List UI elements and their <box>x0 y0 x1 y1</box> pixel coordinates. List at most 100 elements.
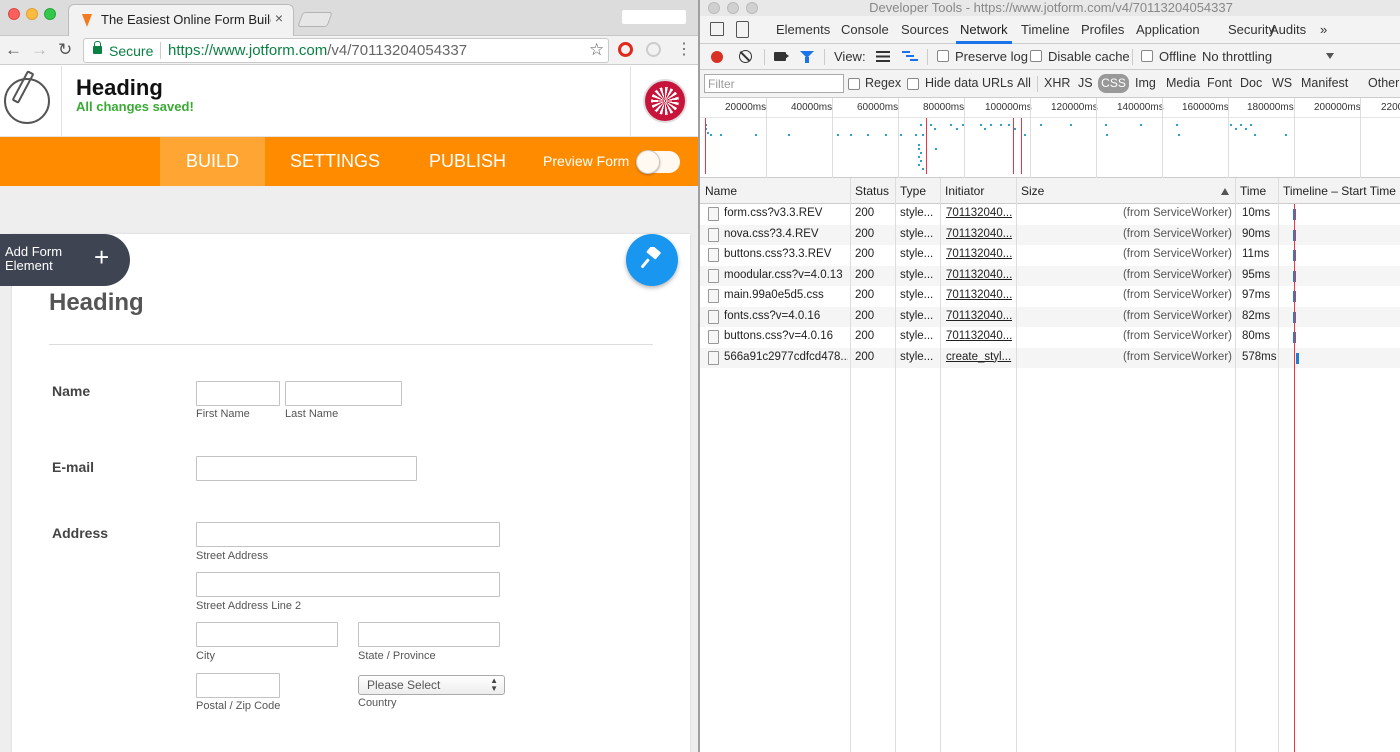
inspect-element-icon[interactable] <box>710 22 724 36</box>
request-initiator[interactable]: 701132040... <box>946 228 1012 240</box>
request-name[interactable]: form.css?v3.3.REV <box>724 207 848 219</box>
city-input[interactable] <box>196 622 338 647</box>
country-select[interactable]: Please Select ▲ ▼ <box>358 675 505 695</box>
request-initiator[interactable]: create_styl... <box>946 351 1012 363</box>
tab-settings[interactable]: SETTINGS <box>265 137 405 186</box>
table-row[interactable]: main.99a0e5d5.css 200 style... 701132040...… <box>700 286 1400 307</box>
opera-extension-icon[interactable] <box>618 42 633 57</box>
request-initiator[interactable]: 701132040... <box>946 207 1012 219</box>
filter-type-css[interactable]: CSS <box>1098 74 1129 93</box>
request-initiator[interactable]: 701132040... <box>946 289 1012 301</box>
street-address-input[interactable] <box>196 522 500 547</box>
request-initiator[interactable]: 701132040... <box>946 330 1012 342</box>
filter-type-media[interactable]: Media <box>1166 76 1200 90</box>
capture-screenshots-icon[interactable] <box>774 52 789 61</box>
hide-data-urls-checkbox[interactable] <box>907 78 919 90</box>
email-field[interactable] <box>196 456 417 481</box>
filter-type-all[interactable]: All <box>1017 76 1031 90</box>
column-header-type[interactable]: Type <box>895 178 940 204</box>
new-tab-button[interactable] <box>297 12 333 27</box>
column-header-timeline[interactable]: Timeline – Start Time <box>1278 178 1400 204</box>
jotform-logo[interactable] <box>0 66 62 136</box>
column-header-time[interactable]: Time <box>1235 178 1278 204</box>
state-input[interactable] <box>358 622 500 647</box>
tab-security[interactable]: Security <box>1228 22 1275 37</box>
preserve-log-checkbox[interactable] <box>937 50 949 62</box>
overview-icon[interactable] <box>902 50 918 63</box>
filter-type-font[interactable]: Font <box>1207 76 1232 90</box>
filter-type-xhr[interactable]: XHR <box>1044 76 1070 90</box>
tab-elements[interactable]: Elements <box>776 22 830 37</box>
form-heading[interactable]: Heading <box>49 289 144 317</box>
request-initiator[interactable]: 701132040... <box>946 269 1012 281</box>
tab-audits[interactable]: Audits <box>1270 22 1306 37</box>
avatar[interactable] <box>643 79 687 123</box>
request-name[interactable]: moodular.css?v=4.0.13 <box>724 269 848 281</box>
profile-area[interactable] <box>622 10 686 24</box>
disable-cache-checkbox[interactable] <box>1030 50 1042 62</box>
filter-type-manifest[interactable]: Manifest <box>1301 76 1348 90</box>
filter-type-js[interactable]: JS <box>1078 76 1093 90</box>
table-row[interactable]: form.css?v3.3.REV 200 style... 701132040...… <box>700 204 1400 225</box>
request-name[interactable]: buttons.css?3.3.REV <box>724 248 848 260</box>
offline-checkbox[interactable] <box>1141 50 1153 62</box>
request-initiator[interactable]: 701132040... <box>946 310 1012 322</box>
filter-type-img[interactable]: Img <box>1135 76 1156 90</box>
tab-sources[interactable]: Sources <box>901 22 949 37</box>
close-window-button[interactable] <box>8 8 20 20</box>
extension-icon[interactable] <box>646 42 661 57</box>
table-row[interactable]: moodular.css?v=4.0.13 200 style... 70113204… <box>700 265 1400 286</box>
table-row[interactable]: fonts.css?v=4.0.16 200 style... 701132040..… <box>700 306 1400 327</box>
filter-type-other[interactable]: Other <box>1368 76 1399 90</box>
record-icon[interactable] <box>711 51 723 63</box>
table-row[interactable]: buttons.css?v=4.0.16 200 style... 701132040… <box>700 327 1400 348</box>
star-icon[interactable]: ☆ <box>589 40 604 60</box>
back-arrow-icon[interactable]: ← <box>5 40 22 60</box>
tab-console[interactable]: Console <box>841 22 889 37</box>
table-row[interactable]: nova.css?3.4.REV 200 style... 701132040... (… <box>700 224 1400 245</box>
request-name[interactable]: 566a91c2977cdfcd478... <box>724 351 848 363</box>
more-vert-icon[interactable]: ⋮ <box>676 39 692 59</box>
tab-profiles[interactable]: Profiles <box>1081 22 1124 37</box>
throttling-select[interactable]: No throttling <box>1202 49 1272 64</box>
close-icon[interactable]: × <box>275 10 283 26</box>
browser-tab[interactable]: The Easiest Online Form Builder × <box>68 4 294 37</box>
form-designer-button[interactable] <box>626 234 678 286</box>
request-initiator[interactable]: 701132040... <box>946 248 1012 260</box>
tab-application[interactable]: Application <box>1136 22 1200 37</box>
clear-icon[interactable] <box>739 50 752 63</box>
column-header-initiator[interactable]: Initiator <box>940 178 1016 204</box>
large-rows-icon[interactable] <box>876 51 890 62</box>
request-name[interactable]: buttons.css?v=4.0.16 <box>724 330 848 342</box>
device-toolbar-icon[interactable] <box>736 21 749 38</box>
request-name[interactable]: nova.css?3.4.REV <box>724 228 848 240</box>
filter-input[interactable]: Filter <box>704 74 844 93</box>
form-title[interactable]: Heading <box>76 75 163 101</box>
tab-timeline[interactable]: Timeline <box>1021 22 1070 37</box>
tab-publish[interactable]: PUBLISH <box>405 137 530 186</box>
request-name[interactable]: main.99a0e5d5.css <box>724 289 848 301</box>
table-row[interactable]: buttons.css?3.3.REV 200 style... 701132040.… <box>700 245 1400 266</box>
tab-network[interactable]: Network <box>960 22 1008 37</box>
preview-form-toggle[interactable] <box>636 150 680 174</box>
filter-type-doc[interactable]: Doc <box>1240 76 1262 90</box>
postal-input[interactable] <box>196 673 280 698</box>
filter-icon[interactable] <box>800 51 814 63</box>
table-row[interactable]: 566a91c2977cdfcd478... 200 style... create_… <box>700 347 1400 368</box>
tab-build[interactable]: BUILD <box>160 137 265 186</box>
add-form-element-button[interactable]: Add Form Element + <box>0 234 130 286</box>
more-tabs-icon[interactable]: » <box>1320 22 1327 37</box>
column-header-name[interactable]: Name <box>700 178 850 204</box>
reload-icon[interactable]: ↻ <box>58 40 72 60</box>
first-name-input[interactable] <box>196 381 280 406</box>
regex-checkbox[interactable] <box>848 78 860 90</box>
street-address-2-input[interactable] <box>196 572 500 597</box>
last-name-input[interactable] <box>285 381 402 406</box>
column-header-size[interactable]: Size <box>1016 178 1235 204</box>
filter-type-ws[interactable]: WS <box>1272 76 1292 90</box>
column-header-status[interactable]: Status <box>850 178 895 204</box>
forward-arrow-icon[interactable]: → <box>31 40 48 60</box>
request-name[interactable]: fonts.css?v=4.0.16 <box>724 310 848 322</box>
minimize-window-button[interactable] <box>26 8 38 20</box>
url-field[interactable]: Secure https://www.jotform.com/v4/701132… <box>83 38 609 63</box>
